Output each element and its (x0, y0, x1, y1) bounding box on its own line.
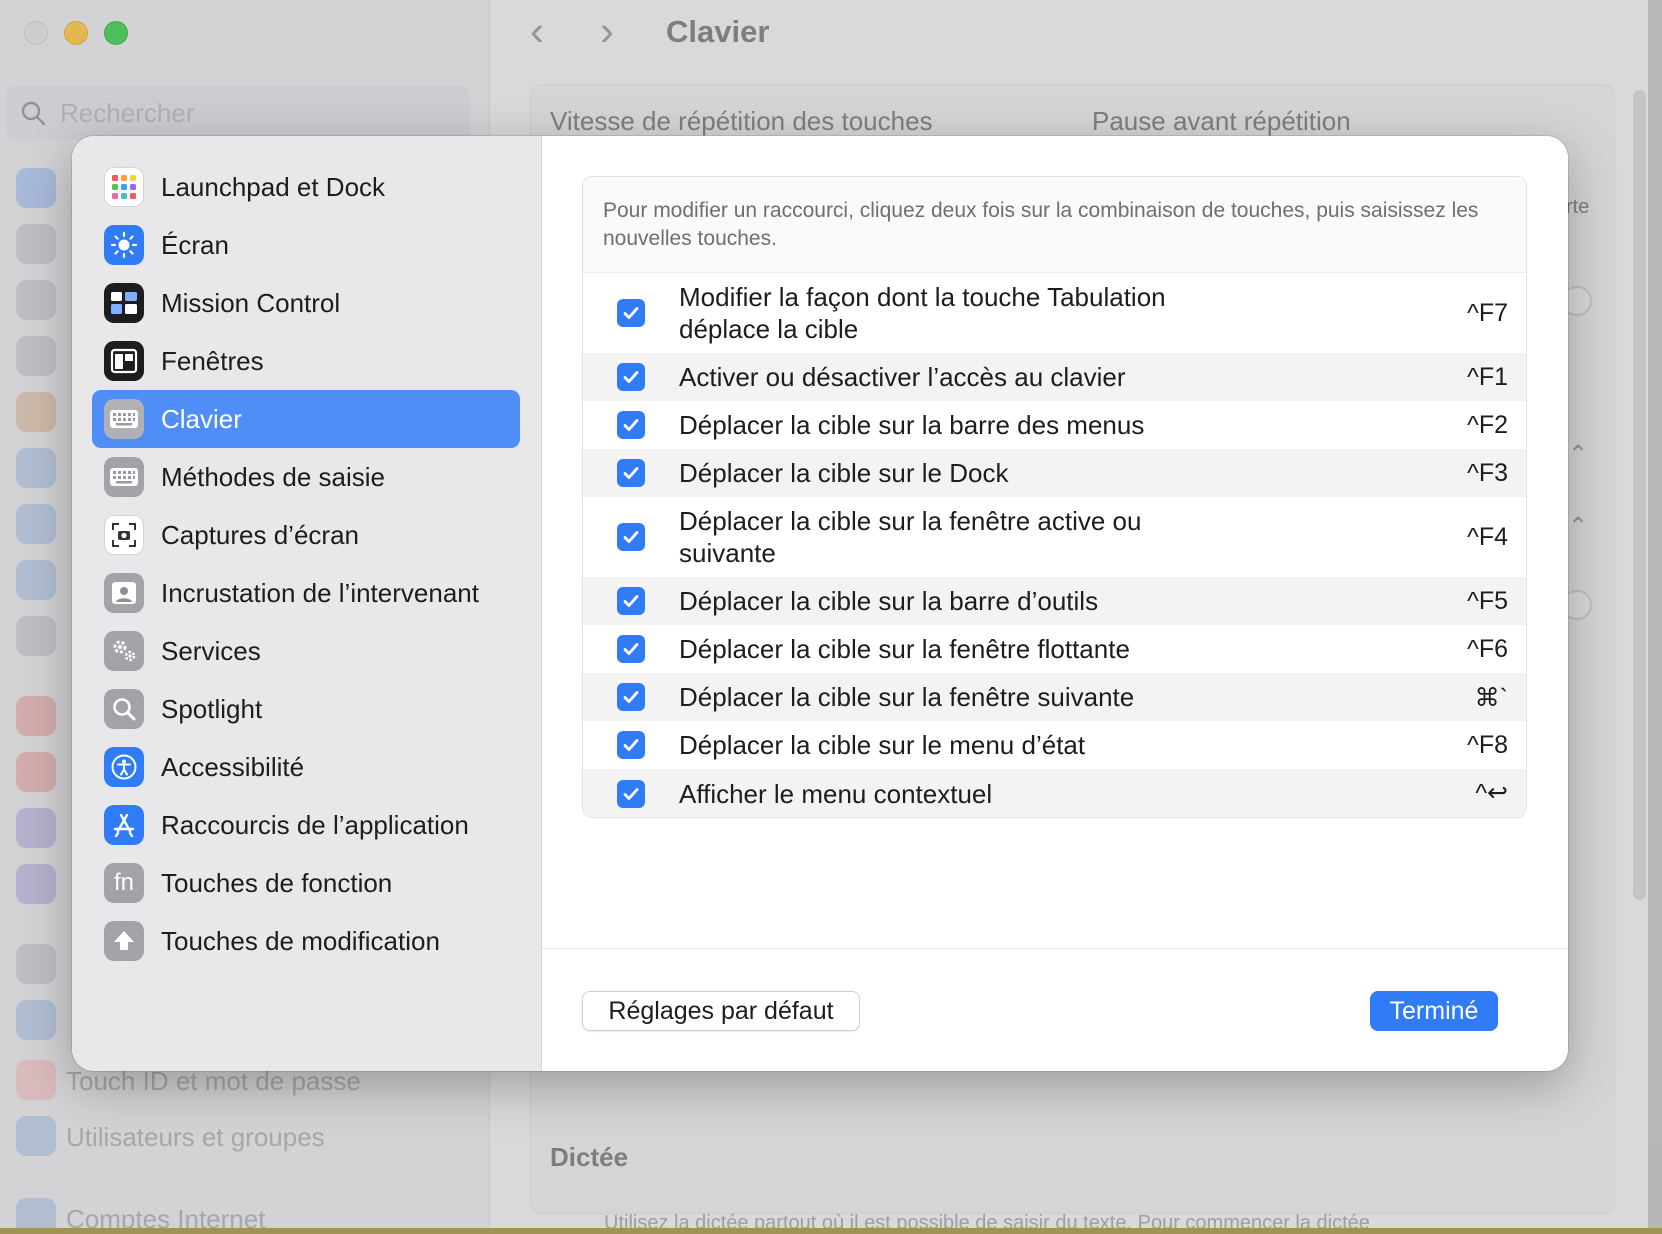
keyboard-shortcuts-sheet: Launchpad et Dock Écran Mission Control … (72, 136, 1568, 1071)
shortcut-checkbox[interactable] (617, 523, 645, 551)
shortcut-row[interactable]: Déplacer la cible sur le Dock ^F3 (583, 449, 1526, 497)
sidebar-item-label: Services (161, 635, 261, 666)
mission-control-icon (104, 283, 144, 323)
sidebar-item-label: Incrustation de l’intervenant (161, 577, 479, 608)
sidebar-item-label: Écran (161, 229, 229, 260)
shortcuts-list: Pour modifier un raccourci, cliquez deux… (582, 176, 1527, 818)
shortcut-checkbox[interactable] (617, 587, 645, 615)
keyboard-icon (104, 399, 144, 439)
presenter-icon (104, 573, 144, 613)
shortcut-key[interactable]: ^F7 (1467, 299, 1508, 328)
sidebar-item-label: Méthodes de saisie (161, 461, 386, 492)
sidebar-item-accessibility[interactable]: Accessibilité (92, 738, 520, 796)
sidebar-item-mission-control[interactable]: Mission Control (92, 274, 520, 332)
sidebar-item-label: Touches de modification (161, 925, 440, 956)
sidebar-item-label: Spotlight (161, 693, 263, 724)
sidebar-item-spotlight[interactable]: Spotlight (92, 680, 520, 738)
sidebar-item-label: Clavier (161, 403, 242, 434)
sidebar-item-keyboard[interactable]: Clavier (92, 390, 520, 448)
shortcut-row[interactable]: Déplacer la cible sur la barre des menus… (583, 401, 1526, 449)
app-store-icon (104, 805, 144, 845)
sidebar-item-screenshots[interactable]: Captures d’écran (92, 506, 520, 564)
sidebar-item-label: Captures d’écran (161, 519, 359, 550)
shortcut-key[interactable]: ^F6 (1467, 635, 1508, 664)
shortcut-key[interactable]: ^F5 (1467, 587, 1508, 616)
shortcut-row[interactable]: Afficher le menu contextuel ^↩ (583, 769, 1526, 817)
sidebar-item-label: Accessibilité (161, 751, 305, 782)
shortcut-label: Déplacer la cible sur la barre d’outils (679, 586, 1099, 616)
launchpad-icon (104, 167, 144, 207)
sidebar-item-label: Raccourcis de l’application (161, 809, 469, 840)
sidebar-item-label: Launchpad et Dock (161, 171, 386, 202)
shortcut-key[interactable]: ^F1 (1467, 363, 1508, 392)
sidebar-item-function-keys[interactable]: fn Touches de fonction (92, 854, 520, 912)
sidebar-item-label: Mission Control (161, 287, 341, 318)
shortcuts-pane: Pour modifier un raccourci, cliquez deux… (542, 136, 1568, 1071)
shortcut-row[interactable]: Déplacer la cible sur la barre d’outils … (583, 577, 1526, 625)
shortcut-label: Déplacer la cible sur la fenêtre active … (679, 506, 1142, 568)
shortcut-label: Déplacer la cible sur la fenêtre flottan… (679, 634, 1130, 664)
shortcut-label: Modifier la façon dont la touche Tabulat… (679, 282, 1166, 344)
done-button[interactable]: Terminé (1370, 991, 1498, 1031)
shortcut-key[interactable]: ⌘` (1475, 683, 1508, 713)
shortcut-row[interactable]: Activer ou désactiver l’accès au clavier… (583, 353, 1526, 401)
sidebar-item-app-shortcuts[interactable]: Raccourcis de l’application (92, 796, 520, 854)
shortcut-key[interactable]: ^↩ (1475, 778, 1508, 808)
screenshot-icon (104, 515, 144, 555)
shortcut-label: Activer ou désactiver l’accès au clavier (679, 362, 1126, 392)
shortcut-checkbox[interactable] (617, 635, 645, 663)
magnifier-icon (104, 689, 144, 729)
shortcut-checkbox[interactable] (617, 683, 645, 711)
shortcut-checkbox[interactable] (617, 411, 645, 439)
windows-icon (104, 341, 144, 381)
keyboard-icon (104, 457, 144, 497)
shortcuts-sidebar: Launchpad et Dock Écran Mission Control … (72, 136, 542, 1071)
shortcut-key[interactable]: ^F3 (1467, 459, 1508, 488)
sidebar-item-label: Fenêtres (161, 345, 264, 376)
shortcut-checkbox[interactable] (617, 299, 645, 327)
sidebar-item-launchpad-dock[interactable]: Launchpad et Dock (92, 158, 520, 216)
shortcut-key[interactable]: ^F4 (1467, 523, 1508, 552)
shortcut-row[interactable]: Modifier la façon dont la touche Tabulat… (583, 273, 1526, 353)
sun-icon (104, 225, 144, 265)
sidebar-item-label: Touches de fonction (161, 867, 393, 898)
sidebar-item-input-methods[interactable]: Méthodes de saisie (92, 448, 520, 506)
accessibility-icon (104, 747, 144, 787)
shortcut-row[interactable]: Déplacer la cible sur le menu d’état ^F8 (583, 721, 1526, 769)
sidebar-item-services[interactable]: Services (92, 622, 520, 680)
gears-icon (104, 631, 144, 671)
shortcut-label: Déplacer la cible sur le menu d’état (679, 730, 1086, 760)
sidebar-item-windows[interactable]: Fenêtres (92, 332, 520, 390)
sidebar-item-modifier-keys[interactable]: Touches de modification (92, 912, 520, 970)
shortcuts-description: Pour modifier un raccourci, cliquez deux… (583, 177, 1526, 273)
shortcut-checkbox[interactable] (617, 780, 645, 808)
shortcut-row[interactable]: Déplacer la cible sur la fenêtre suivant… (583, 673, 1526, 721)
footer-divider (542, 948, 1568, 949)
shortcut-label: Afficher le menu contextuel (679, 779, 993, 809)
sidebar-item-display[interactable]: Écran (92, 216, 520, 274)
shortcut-key[interactable]: ^F8 (1467, 731, 1508, 760)
shortcut-label: Déplacer la cible sur la fenêtre suivant… (679, 682, 1135, 712)
fn-icon: fn (104, 863, 144, 903)
restore-defaults-button[interactable]: Réglages par défaut (582, 991, 860, 1031)
shortcut-row[interactable]: Déplacer la cible sur la fenêtre active … (583, 497, 1526, 577)
shortcut-key[interactable]: ^F2 (1467, 411, 1508, 440)
up-arrow-icon (104, 921, 144, 961)
shortcut-checkbox[interactable] (617, 731, 645, 759)
sidebar-item-presenter-overlay[interactable]: Incrustation de l’intervenant (92, 564, 520, 622)
shortcut-label: Déplacer la cible sur la barre des menus (679, 410, 1145, 440)
shortcut-row[interactable]: Déplacer la cible sur la fenêtre flottan… (583, 625, 1526, 673)
shortcut-checkbox[interactable] (617, 363, 645, 391)
shortcut-label: Déplacer la cible sur le Dock (679, 458, 1009, 488)
shortcut-checkbox[interactable] (617, 459, 645, 487)
